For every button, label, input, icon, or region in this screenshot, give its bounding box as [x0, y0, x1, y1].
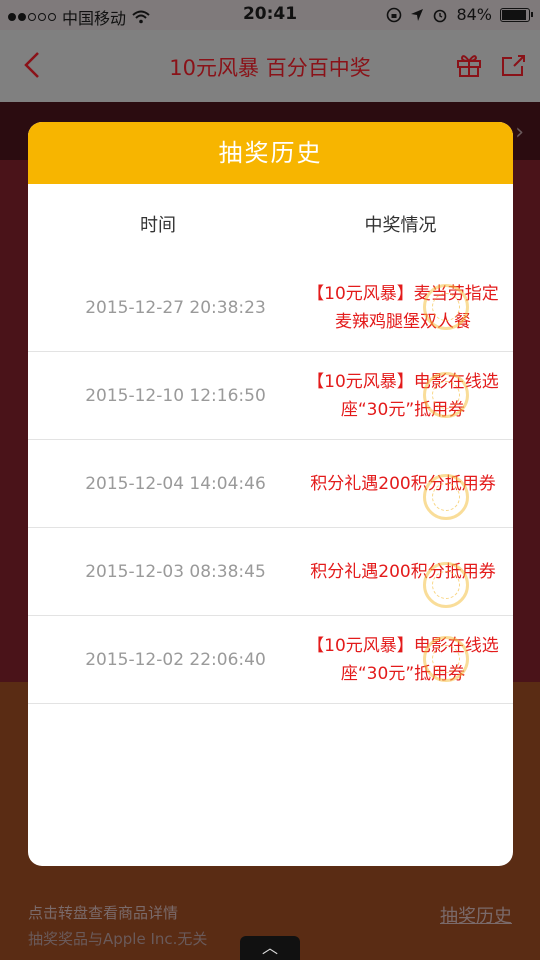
record-prize: 积分礼遇200积分抵用券: [303, 558, 513, 608]
record-prize: 【10元风暴】电影在线选座“30元”抵用券: [307, 635, 499, 684]
winner-stamp-icon: [423, 635, 469, 682]
record-time: 2015-12-27 20:38:23: [85, 297, 266, 318]
table-row: 2015-12-27 20:38:23 【10元风暴】麦当劳指定麦辣鸡腿堡双人餐: [28, 264, 513, 352]
column-header-prize: 中奖情况: [364, 215, 437, 236]
winner-stamp-icon: [423, 561, 469, 608]
column-header-time: 时间: [140, 215, 176, 236]
battery-icon: [500, 7, 533, 22]
history-list: 2015-12-27 20:38:23 【10元风暴】麦当劳指定麦辣鸡腿堡双人餐…: [28, 264, 513, 704]
footer-hint: 点击转盘查看商品详情: [28, 904, 179, 922]
record-time: 2015-12-02 22:06:40: [85, 649, 266, 670]
location-icon: [411, 8, 424, 21]
gift-icon[interactable]: [456, 52, 482, 78]
lottery-history-modal: 抽奖历史 时间 中奖情况 2015-12-27 20:38:23 【10元风暴】…: [28, 122, 513, 866]
nav-bar: 10元风暴 百分百中奖: [0, 30, 540, 102]
record-time: 2015-12-04 14:04:46: [85, 473, 266, 494]
record-prize: 【10元风暴】麦当劳指定麦辣鸡腿堡双人餐: [307, 283, 499, 332]
chevron-up-icon[interactable]: ︿: [240, 936, 300, 960]
rotation-lock-icon: [387, 7, 402, 22]
chevron-right-icon: ›: [515, 120, 524, 145]
status-bar: 中国移动 20:41 84%: [0, 0, 540, 30]
record-prize: 积分礼遇200积分抵用券: [303, 470, 513, 520]
record-time: 2015-12-10 12:16:50: [85, 385, 266, 406]
battery-percent: 84%: [456, 5, 492, 24]
table-row: 2015-12-03 08:38:45 积分礼遇200积分抵用券: [28, 528, 513, 616]
history-link[interactable]: 抽奖历史: [440, 902, 512, 928]
table-row: 2015-12-04 14:04:46 积分礼遇200积分抵用券: [28, 440, 513, 528]
alarm-icon: [434, 9, 447, 22]
record-prize: 【10元风暴】电影在线选座“30元”抵用券: [307, 371, 499, 420]
table-row: 2015-12-02 22:06:40 【10元风暴】电影在线选座“30元”抵用…: [28, 616, 513, 704]
winner-stamp-icon: [423, 473, 469, 520]
share-icon[interactable]: [500, 52, 528, 78]
footer-disclaimer: 抽奖奖品与Apple Inc.无关: [28, 930, 208, 948]
record-time: 2015-12-03 08:38:45: [85, 561, 266, 582]
table-header: 时间 中奖情况: [28, 184, 513, 264]
table-row: 2015-12-10 12:16:50 【10元风暴】电影在线选座“30元”抵用…: [28, 352, 513, 440]
winner-stamp-icon: [423, 283, 469, 330]
winner-stamp-icon: [423, 371, 469, 418]
modal-title: 抽奖历史: [28, 122, 513, 184]
